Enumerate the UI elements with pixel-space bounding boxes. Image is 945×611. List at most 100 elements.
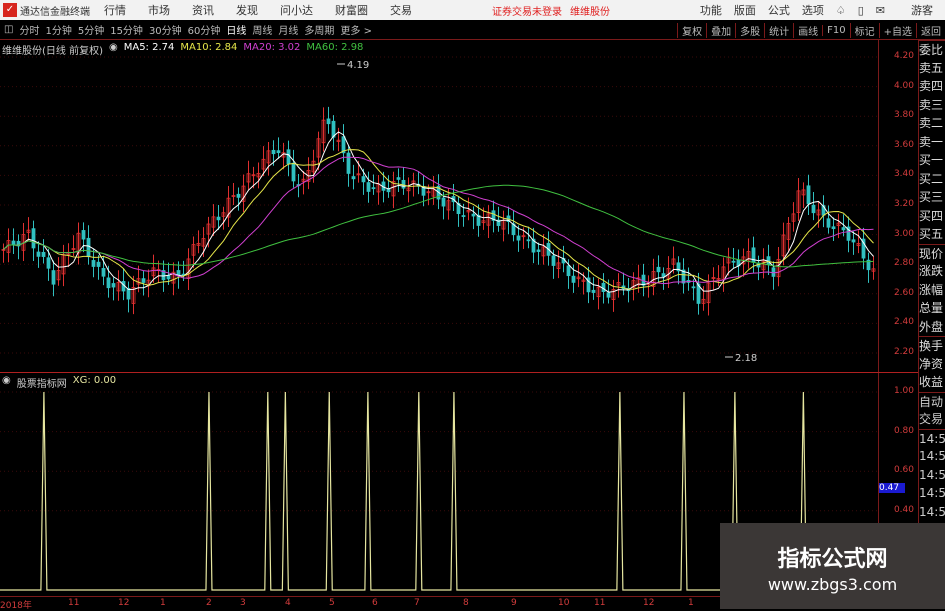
- candle-body: [527, 240, 530, 241]
- main-chart-legend: 维维股份(日线 前复权) ◉ MA5: 2.74 MA10: 2.84 MA20…: [2, 42, 363, 57]
- trade-login-warning[interactable]: 证券交易未登录: [492, 3, 562, 18]
- period-tab-daily[interactable]: 日线: [226, 22, 246, 37]
- btn-f10[interactable]: F10: [822, 25, 849, 36]
- side-field-label: 卖三: [919, 96, 945, 115]
- date-tick: 7: [414, 598, 420, 608]
- btn-multi[interactable]: 多股: [735, 23, 764, 38]
- candle-body: [807, 186, 810, 204]
- btn-stats[interactable]: 统计: [764, 23, 793, 38]
- side-field-label: 总量: [919, 299, 945, 318]
- date-tick: 3: [240, 598, 246, 608]
- date-tick: 2: [206, 598, 212, 608]
- candle-body: [402, 180, 405, 188]
- btn-adjust[interactable]: 复权: [677, 23, 706, 38]
- menu-function[interactable]: 功能: [700, 2, 722, 18]
- bell-icon[interactable]: ♤: [836, 4, 846, 17]
- indicator-tick: 0.40: [894, 505, 914, 515]
- date-tick: 1: [688, 598, 694, 608]
- btn-draw[interactable]: 画线: [793, 23, 822, 38]
- indicator-legend: ◉ 股票指标网 XG: 0.00: [2, 375, 116, 390]
- side-field-label: 14:56: [919, 466, 945, 485]
- candle-body: [607, 293, 610, 297]
- candle-body: [292, 163, 295, 181]
- candle-body: [552, 256, 555, 266]
- price-tick: 3.20: [894, 199, 914, 209]
- indicator-tick: 0.60: [894, 465, 914, 475]
- period-tab[interactable]: 1分钟: [45, 22, 71, 37]
- watermark-url: www.zbgs3.com: [720, 575, 945, 594]
- candle-body: [537, 250, 540, 252]
- menu-item[interactable]: 行情: [104, 2, 126, 18]
- period-tab[interactable]: 15分钟: [110, 22, 143, 37]
- candle-body: [567, 266, 570, 276]
- candle-body: [832, 227, 835, 229]
- date-tick: 6: [372, 598, 378, 608]
- menu-item[interactable]: 财富圈: [335, 2, 368, 18]
- candlestick-chart[interactable]: 4.192.18: [0, 40, 878, 373]
- side-field-label: 卖二: [919, 114, 945, 133]
- menu-options[interactable]: 选项: [802, 2, 824, 18]
- chart-title: 维维股份(日线 前复权): [2, 42, 103, 57]
- indicator-tick: 0.80: [894, 426, 914, 436]
- btn-overlay[interactable]: 叠加: [706, 23, 735, 38]
- ma20-label: MA20: 3.02: [243, 42, 300, 57]
- period-tab[interactable]: 30分钟: [149, 22, 182, 37]
- side-field-label: 14:56: [919, 447, 945, 466]
- app-title: 通达信金融终端: [20, 3, 90, 18]
- menu-item[interactable]: 发现: [236, 2, 258, 18]
- app-logo-icon: ✓: [3, 3, 17, 17]
- date-tick: 11: [68, 598, 79, 608]
- panel-toggle-icon[interactable]: ◫: [4, 24, 13, 35]
- period-tab[interactable]: 周线: [252, 22, 272, 37]
- price-axis: 4.204.003.803.603.403.203.002.802.602.40…: [878, 40, 918, 373]
- period-tab[interactable]: 5分钟: [78, 22, 104, 37]
- candle-body: [602, 283, 605, 291]
- period-tab[interactable]: 月线: [278, 22, 298, 37]
- price-tick: 2.80: [894, 258, 914, 268]
- side-field-label: 卖一: [919, 133, 945, 152]
- candle-body: [327, 119, 330, 124]
- candle-body: [842, 228, 845, 230]
- period-tab-more[interactable]: 更多 >: [340, 22, 372, 37]
- btn-back[interactable]: 返回: [916, 23, 945, 38]
- side-field-label: 外盘: [919, 318, 945, 337]
- menu-item[interactable]: 市场: [148, 2, 170, 18]
- btn-mark[interactable]: 标记: [850, 23, 879, 38]
- side-field-label: 买一: [919, 151, 945, 170]
- side-field-label: 现价: [919, 244, 945, 263]
- period-tab[interactable]: 60分钟: [188, 22, 221, 37]
- menu-layout[interactable]: 版面: [734, 2, 756, 18]
- side-field-label: 换手: [919, 336, 945, 355]
- menu-item[interactable]: 资讯: [192, 2, 214, 18]
- settings-icon[interactable]: ◉: [2, 375, 11, 390]
- price-tick: 2.40: [894, 317, 914, 327]
- date-tick: 12: [643, 598, 654, 608]
- candle-body: [37, 252, 40, 256]
- candle-body: [127, 288, 130, 299]
- candle-body: [657, 267, 660, 271]
- price-tick: 4.00: [894, 81, 914, 91]
- candle-body: [852, 240, 855, 242]
- price-tick: 3.40: [894, 169, 914, 179]
- period-tab[interactable]: 多周期: [304, 22, 334, 37]
- candle-body: [52, 271, 55, 285]
- side-field-label: 14:56: [919, 503, 945, 522]
- guest-user[interactable]: 游客: [911, 2, 933, 18]
- candle-body: [277, 151, 280, 153]
- menu-formula[interactable]: 公式: [768, 2, 790, 18]
- date-tick: 5: [329, 598, 335, 608]
- menu-bar: ✓ 通达信金融终端 行情 市场 资讯 发现 问小达 财富圈 交易 证券交易未登录…: [0, 0, 945, 20]
- side-field-label: 自动: [919, 392, 945, 411]
- side-field-label: 涨幅: [919, 281, 945, 300]
- candle-body: [692, 287, 695, 288]
- candle-body: [732, 261, 735, 262]
- period-tab[interactable]: 分时: [19, 22, 39, 37]
- phone-icon[interactable]: ▯: [858, 4, 864, 17]
- menu-item[interactable]: 交易: [390, 2, 412, 18]
- menu-item[interactable]: 问小达: [280, 2, 313, 18]
- settings-icon[interactable]: ◉: [109, 42, 118, 57]
- candle-body: [82, 230, 85, 239]
- candle-body: [592, 290, 595, 292]
- btn-add-watchlist[interactable]: +自选: [879, 23, 916, 38]
- message-icon[interactable]: ✉: [876, 4, 885, 17]
